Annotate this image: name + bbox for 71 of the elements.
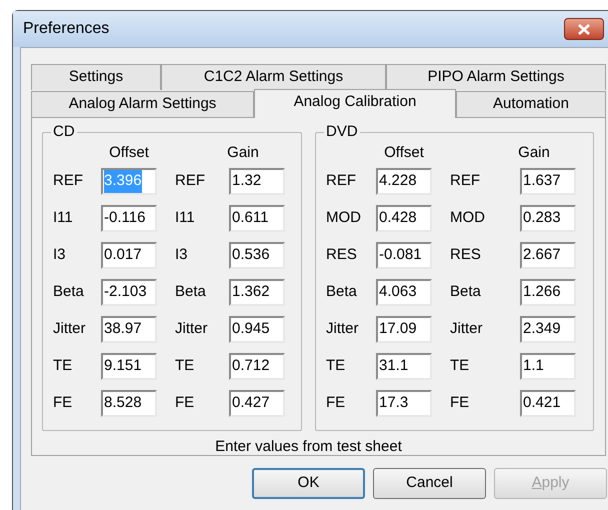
tab[interactable]: Analog Alarm Settings (31, 91, 254, 117)
input-field[interactable]: 0.611 (229, 205, 285, 232)
input-field[interactable]: 1.266 (520, 279, 576, 306)
input-field[interactable]: 0.428 (376, 205, 432, 232)
field-label: TE (326, 356, 346, 376)
input-field[interactable]: 0.712 (229, 353, 285, 380)
input-field[interactable]: 0.283 (520, 205, 576, 232)
field-label: I3 (53, 245, 67, 266)
input-field[interactable]: 38.97 (101, 316, 157, 343)
tab[interactable]: PIPO Alarm Settings (386, 64, 606, 90)
input-field[interactable]: -0.116 (101, 205, 157, 232)
input-field[interactable]: 17.09 (376, 316, 432, 343)
close-button[interactable] (564, 18, 604, 40)
input-field[interactable]: 0.945 (229, 316, 285, 343)
field-label: Jitter (175, 319, 209, 340)
field-label: I11 (175, 208, 196, 228)
input-field[interactable]: 1.637 (520, 168, 576, 195)
column-header: Gain (226, 143, 260, 163)
tab[interactable]: C1C2 Alarm Settings (161, 64, 386, 90)
input-field[interactable]: 4.228 (376, 168, 432, 195)
field-label: Beta (326, 282, 358, 302)
input-field[interactable]: 0.427 (229, 390, 285, 417)
field-label: Beta (53, 282, 85, 302)
input-field[interactable]: 0.421 (520, 390, 576, 417)
input-field[interactable]: 31.1 (376, 353, 432, 380)
input-field[interactable]: 1.32 (229, 168, 285, 195)
field-label: Beta (175, 282, 207, 302)
field-label: FE (175, 393, 196, 414)
input-field[interactable]: 8.528 (101, 390, 157, 417)
column-header: Gain (517, 143, 551, 163)
input-field[interactable]: 4.063 (376, 279, 432, 306)
field-label: FE (53, 393, 74, 414)
input-field[interactable]: 1.1 (520, 353, 576, 380)
dialog-button[interactable]: OK (252, 468, 365, 499)
field-label: TE (450, 356, 470, 376)
field-label: Beta (450, 282, 482, 302)
field-label: I11 (53, 208, 74, 228)
field-label: MOD (450, 208, 486, 228)
input-field[interactable]: 2.667 (520, 242, 576, 269)
field-label: TE (53, 356, 74, 376)
field-label: Jitter (450, 319, 484, 340)
tab[interactable]: Analog Calibration (254, 89, 456, 118)
input-field[interactable]: 2.349 (520, 316, 576, 343)
field-label: FE (326, 393, 346, 414)
window-title: Preferences (23, 19, 110, 39)
field-label: REF (175, 171, 206, 192)
field-label: RES (326, 245, 358, 266)
input-field[interactable]: 0.017 (101, 242, 157, 269)
input-field[interactable]: 17.3 (376, 390, 432, 417)
input-field[interactable]: 1.362 (229, 279, 285, 306)
field-label: Jitter (326, 319, 360, 340)
field-label: REF (450, 171, 481, 192)
input-field[interactable]: -0.081 (376, 242, 432, 269)
field-label: MOD (326, 208, 362, 228)
tab[interactable]: Automation (456, 91, 606, 117)
field-label: Jitter (53, 319, 87, 340)
field-label: REF (53, 171, 84, 192)
dialog-button[interactable]: Cancel (373, 468, 486, 499)
hint-text: Enter values from test sheet (215, 437, 403, 457)
close-icon (578, 24, 590, 34)
input-field[interactable]: 0.536 (229, 242, 285, 269)
column-header: Offset (383, 143, 425, 163)
column-header: Offset (108, 143, 150, 163)
field-label: TE (175, 356, 196, 376)
input-field[interactable]: -2.103 (101, 279, 157, 306)
field-label: FE (450, 393, 470, 414)
tab[interactable]: Settings (31, 64, 161, 90)
field-label: RES (450, 245, 482, 266)
field-label: I3 (175, 245, 189, 266)
field-label: REF (326, 171, 357, 192)
input-field[interactable]: 9.151 (101, 353, 157, 380)
